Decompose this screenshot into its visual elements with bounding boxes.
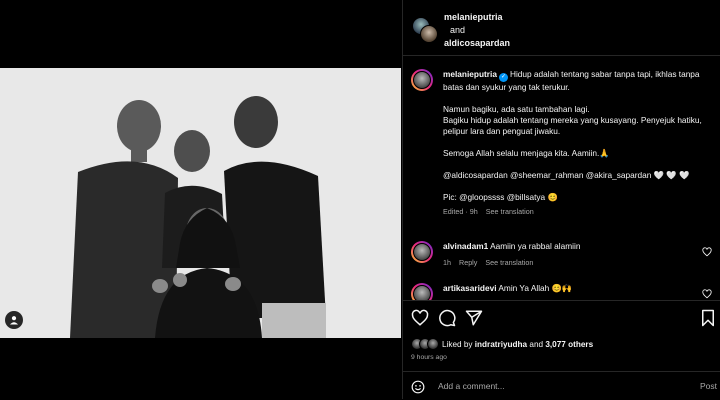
post-media-panel — [0, 0, 401, 399]
post-details-panel: melanieputria and aldicosapardan melanie… — [402, 0, 720, 399]
avatar — [420, 25, 438, 43]
comments-list[interactable]: melanieputria ✓ Hidup adalah tentang sabar… — [403, 56, 720, 300]
comment-text: Aamiin ya rabbal alamiin — [490, 241, 581, 251]
reply-button[interactable]: Reply — [459, 258, 477, 267]
tag-user-icon — [10, 316, 18, 325]
liker-username[interactable]: indratriyudha — [475, 340, 527, 349]
liker-avatars — [411, 338, 439, 350]
see-translation-link[interactable]: See translation — [486, 207, 534, 216]
comment-input[interactable]: Add a comment... — [438, 381, 505, 391]
family-photo — [0, 68, 401, 338]
caption-body: melanieputria ✓ Hidup adalah tentang sabar… — [443, 69, 713, 217]
header-and-text: and — [450, 25, 466, 35]
caption-meta: Edited · 9h See translation — [443, 206, 713, 217]
comment-avatar[interactable] — [411, 241, 433, 263]
comment-text: Amin Ya Allah 😊🙌 — [498, 283, 573, 293]
caption-line: Namun bagiku, ada satu tambahan lagi. — [443, 104, 590, 114]
emoji-icon[interactable] — [411, 380, 425, 394]
collab-avatars[interactable] — [412, 17, 438, 43]
see-translation-link[interactable]: See translation — [485, 258, 533, 267]
comment-body: artikasaridevi Amin Ya Allah 😊🙌 — [443, 283, 713, 294]
like-comment-heart-icon[interactable] — [702, 247, 712, 257]
share-icon[interactable] — [465, 309, 483, 327]
liked-by-text: Liked by — [442, 340, 473, 349]
caption-mentions[interactable]: @aldicosapardan @sheemar_rahman @akira_s… — [443, 170, 713, 181]
comment-body: alvinadam1 Aamiin ya rabbal alamiin 1h R… — [443, 241, 713, 268]
post-actions: Liked by indratriyudha and 3,077 others … — [403, 300, 720, 371]
verified-icon: ✓ — [498, 73, 508, 82]
edited-time: Edited · 9h — [443, 207, 478, 216]
comment-username[interactable]: artikasaridevi — [443, 283, 497, 293]
post-photo[interactable] — [0, 68, 401, 338]
likes-and-text: and — [529, 340, 544, 349]
comment-icon[interactable] — [438, 309, 456, 327]
collab-usernames: melanieputria and aldicosapardan — [444, 11, 510, 50]
comment-time: 1h — [443, 258, 451, 267]
comment-avatar[interactable] — [411, 283, 433, 300]
caption-credits[interactable]: Pic: @gloopssss @billsatya 😊 — [443, 192, 713, 203]
caption-avatar[interactable] — [411, 69, 433, 91]
tagged-users-button[interactable] — [5, 311, 23, 329]
post-time: 9 hours ago — [411, 354, 447, 361]
post-header: melanieputria and aldicosapardan — [403, 0, 720, 56]
heart-icon[interactable] — [411, 309, 429, 327]
post-comment-button[interactable]: Post — [700, 381, 717, 391]
header-username-1[interactable]: melanieputria — [444, 11, 510, 24]
comment-meta: 1h Reply See translation — [443, 257, 713, 268]
like-comment-heart-icon[interactable] — [702, 289, 712, 299]
bookmark-icon[interactable] — [699, 309, 717, 327]
add-comment-bar: Add a comment... Post — [403, 371, 720, 400]
header-username-2[interactable]: aldicosapardan — [444, 37, 510, 50]
likes-others-link[interactable]: 3,077 others — [545, 340, 593, 349]
caption-line: Semoga Allah selalu menjaga kita. Aamiin… — [443, 148, 610, 158]
caption-username[interactable]: melanieputria — [443, 69, 497, 79]
caption-line: Bagiku hidup adalah tentang mereka yang … — [443, 115, 702, 136]
comment-username[interactable]: alvinadam1 — [443, 241, 488, 251]
likes-summary: Liked by indratriyudha and 3,077 others — [411, 338, 593, 350]
